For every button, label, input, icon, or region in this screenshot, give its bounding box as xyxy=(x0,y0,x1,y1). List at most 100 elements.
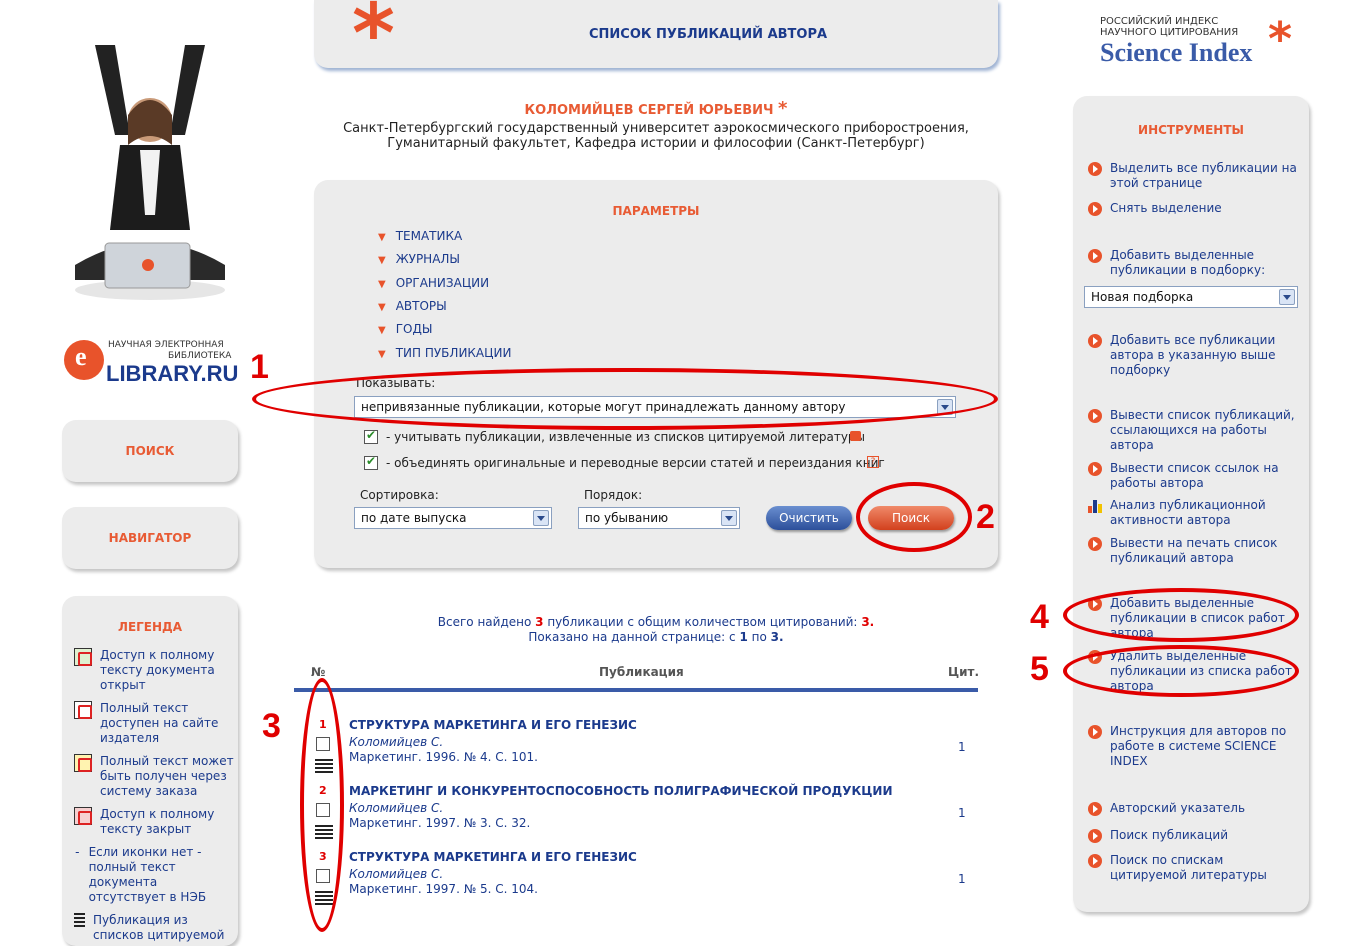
col-header-pub: Публикация xyxy=(599,665,684,679)
list-icon xyxy=(74,913,86,927)
chevron-down-icon xyxy=(533,510,549,526)
param-years[interactable]: ▼ ГОДЫ xyxy=(378,322,432,336)
citation-count[interactable]: 1 xyxy=(958,872,966,886)
checkbox-cited-refs-label: - учитывать публикации, извлеченные из с… xyxy=(386,430,866,444)
collection-select[interactable]: Новая подборка xyxy=(1084,286,1298,308)
arrow-right-icon xyxy=(1088,334,1102,348)
params-title: ПАРАМЕТРЫ xyxy=(612,204,700,218)
author-name: КОЛОМИЙЦЕВ СЕРГЕЙ ЮРЬЕВИЧ * xyxy=(524,98,788,119)
elib-name: LIBRARY.RU xyxy=(106,361,239,386)
table-row: 1 СТРУКТУРА МАРКЕТИНГА И ЕГО ГЕНЕЗИС Кол… xyxy=(300,718,978,780)
triangle-down-icon: ▼ xyxy=(378,279,386,290)
publication-author-link[interactable]: Коломийцев С. xyxy=(349,867,443,881)
arrow-right-icon xyxy=(1088,725,1102,739)
help-icon[interactable]: ? xyxy=(867,456,879,468)
annotation-number-3: 3 xyxy=(262,707,281,745)
triangle-down-icon: ▼ xyxy=(378,302,386,313)
arrow-right-icon xyxy=(1088,829,1102,843)
checkbox-merge-versions[interactable] xyxy=(364,454,378,470)
science-index-logo[interactable]: РОССИЙСКИЙ ИНДЕКС НАУЧНОГО ЦИТИРОВАНИЯ S… xyxy=(1100,16,1310,76)
table-row: 3 СТРУКТУРА МАРКЕТИНГА И ЕГО ГЕНЕЗИС Кол… xyxy=(300,850,978,912)
info-icon[interactable] xyxy=(850,431,861,441)
param-organizations[interactable]: ▼ ОРГАНИЗАЦИИ xyxy=(378,276,489,290)
annotation-ellipse-3 xyxy=(300,678,344,932)
pdf-publisher-icon xyxy=(74,701,92,719)
order-select[interactable]: по убыванию xyxy=(578,507,740,529)
annotation-ellipse-2 xyxy=(856,482,972,552)
citation-count[interactable]: 1 xyxy=(958,806,966,820)
tool-instruction[interactable]: Инструкция для авторов по работе в систе… xyxy=(1088,724,1298,769)
pdf-open-icon xyxy=(74,648,92,666)
tool-print[interactable]: Вывести на печать список публикаций авто… xyxy=(1088,536,1298,566)
publication-source-link[interactable]: Маркетинг. 1997. № 5. С. 104. xyxy=(349,882,538,896)
tool-pub-search[interactable]: Поиск публикаций xyxy=(1088,828,1298,843)
publication-title-link[interactable]: СТРУКТУРА МАРКЕТИНГА И ЕГО ГЕНЕЗИС xyxy=(349,718,637,732)
tool-author-index[interactable]: Авторский указатель xyxy=(1088,801,1298,816)
tool-select-all[interactable]: Выделить все публикации на этой странице xyxy=(1088,161,1298,191)
param-authors[interactable]: ▼ АВТОРЫ xyxy=(378,299,447,313)
col-header-num: № xyxy=(311,665,326,679)
chevron-down-icon xyxy=(1279,289,1295,305)
arrow-right-icon xyxy=(1088,537,1102,551)
hero-illustration xyxy=(60,15,240,305)
results-found-line: Всего найдено 3 публикации с общим колич… xyxy=(437,615,875,629)
tool-analysis[interactable]: Анализ публикационной активности автора xyxy=(1088,498,1298,528)
pdf-closed-icon xyxy=(74,807,92,825)
elib-tagline-1: НАУЧНАЯ ЭЛЕКТРОННАЯ xyxy=(108,340,224,350)
author-affiliation-2: Гуманитарный факультет, Кафедра истории … xyxy=(387,136,925,151)
science-index-asterisk-icon: * xyxy=(1268,12,1293,66)
annotation-number-5: 5 xyxy=(1030,650,1049,688)
arrow-right-icon xyxy=(1088,249,1102,263)
legend-item-publisher: Полный текст доступен на сайте издателя xyxy=(74,701,234,746)
checkbox-cited-refs[interactable] xyxy=(364,428,378,444)
triangle-down-icon: ▼ xyxy=(378,349,386,360)
tool-ref-search[interactable]: Поиск по спискам цитируемой литературы xyxy=(1088,853,1298,883)
bar-chart-icon xyxy=(1088,499,1102,513)
tool-add-selected[interactable]: Добавить выделенные публикации в подборк… xyxy=(1088,248,1298,278)
tool-add-all[interactable]: Добавить все публикации автора в указанн… xyxy=(1088,333,1298,378)
param-topic[interactable]: ▼ ТЕМАТИКА xyxy=(378,229,462,243)
nav-navigator-label: НАВИГАТОР xyxy=(108,531,192,545)
tool-list-citing[interactable]: Вывести список публикаций, ссылающихся н… xyxy=(1088,408,1298,453)
legend-item-no-icon: - Если иконки нет - полный текст документ… xyxy=(75,845,207,904)
legend-item-closed: Доступ к полному тексту закрыт xyxy=(74,807,234,837)
citation-count[interactable]: 1 xyxy=(958,740,966,754)
table-header-divider xyxy=(294,688,978,692)
col-header-cit: Цит. xyxy=(948,665,980,679)
publication-source-link[interactable]: Маркетинг. 1996. № 4. С. 101. xyxy=(349,750,538,764)
asterisk-logo-icon: * xyxy=(352,0,395,82)
publication-source-link[interactable]: Маркетинг. 1997. № 3. С. 32. xyxy=(349,816,530,830)
order-label: Порядок: xyxy=(584,488,643,502)
param-pub-type[interactable]: ▼ ТИП ПУБЛИКАЦИИ xyxy=(378,346,511,360)
nav-navigator-button[interactable]: НАВИГАТОР xyxy=(62,507,238,569)
publication-title-link[interactable]: МАРКЕТИНГ И КОНКУРЕНТОСПОСОБНОСТЬ ПОЛИГР… xyxy=(349,784,893,798)
annotation-number-4: 4 xyxy=(1030,598,1049,636)
nav-search-button[interactable]: ПОИСК xyxy=(62,420,238,482)
arrow-right-icon xyxy=(1088,462,1102,476)
results-summary: Всего найдено 3 публикации с общим колич… xyxy=(314,615,998,645)
param-journals[interactable]: ▼ ЖУРНАЛЫ xyxy=(378,252,460,266)
results-shown-line: Показано на данной странице: с 1 по 3. xyxy=(528,630,784,644)
sort-select[interactable]: по дате выпуска xyxy=(354,507,552,529)
annotation-ellipse-1 xyxy=(252,368,998,430)
tool-deselect[interactable]: Снять выделение xyxy=(1088,201,1298,216)
author-affiliation-1: Санкт-Петербургский государственный унив… xyxy=(343,121,969,136)
page-title: СПИСОК ПУБЛИКАЦИЙ АВТОРА xyxy=(589,27,828,42)
checkbox-merge-versions-label: - объединять оригинальные и переводные в… xyxy=(386,456,885,470)
clear-button[interactable]: Очистить xyxy=(766,506,852,530)
elib-tagline-2: БИБЛИОТЕКА xyxy=(168,351,232,361)
annotation-number-2: 2 xyxy=(976,498,995,536)
legend-item-order: Полный текст может быть получен через си… xyxy=(74,754,234,799)
author-asterisk-icon: * xyxy=(778,98,788,119)
nav-search-label: ПОИСК xyxy=(125,444,175,458)
elibrary-logo[interactable]: e НАУЧНАЯ ЭЛЕКТРОННАЯ БИБЛИОТЕКА LIBRARY… xyxy=(64,338,239,388)
arrow-right-icon xyxy=(1088,162,1102,176)
tool-list-refs[interactable]: Вывести список ссылок на работы автора xyxy=(1088,461,1298,491)
sort-label: Сортировка: xyxy=(360,488,439,502)
publication-author-link[interactable]: Коломийцев С. xyxy=(349,735,443,749)
publication-author-link[interactable]: Коломийцев С. xyxy=(349,801,443,815)
elib-logo-letter: e xyxy=(75,342,87,371)
publication-title-link[interactable]: СТРУКТУРА МАРКЕТИНГА И ЕГО ГЕНЕЗИС xyxy=(349,850,637,864)
arrow-right-icon xyxy=(1088,409,1102,423)
legend-dash: - xyxy=(75,845,80,859)
